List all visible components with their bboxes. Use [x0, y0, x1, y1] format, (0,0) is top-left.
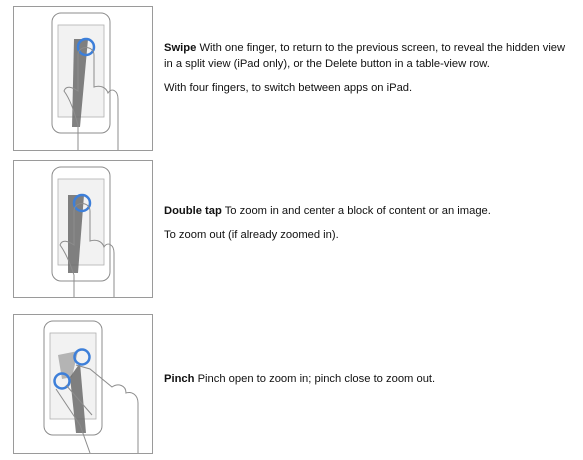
double-tap-gesture-icon [51, 166, 115, 297]
double-tap-extra-text: To zoom out (if already zoomed in). [164, 229, 339, 241]
pinch-gesture-icon [43, 320, 139, 453]
pinch-illustration [13, 314, 153, 454]
swipe-illustration [13, 6, 153, 151]
double-tap-description: Double tap To zoom in and center a block… [164, 203, 574, 243]
swipe-title: Swipe [164, 42, 197, 54]
double-tap-title: Double tap [164, 205, 222, 217]
swipe-gesture-icon [51, 12, 119, 150]
swipe-extra-text: With four fingers, to switch between app… [164, 82, 413, 94]
double-tap-illustration [13, 160, 153, 298]
pinch-description: Pinch Pinch open to zoom in; pinch close… [164, 371, 574, 387]
swipe-text: With one finger, to return to the previo… [164, 42, 566, 70]
double-tap-text: To zoom in and center a block of content… [224, 205, 491, 217]
swipe-description: Swipe With one finger, to return to the … [164, 40, 574, 96]
pinch-text: Pinch open to zoom in; pinch close to zo… [197, 373, 436, 385]
pinch-title: Pinch [164, 373, 195, 385]
